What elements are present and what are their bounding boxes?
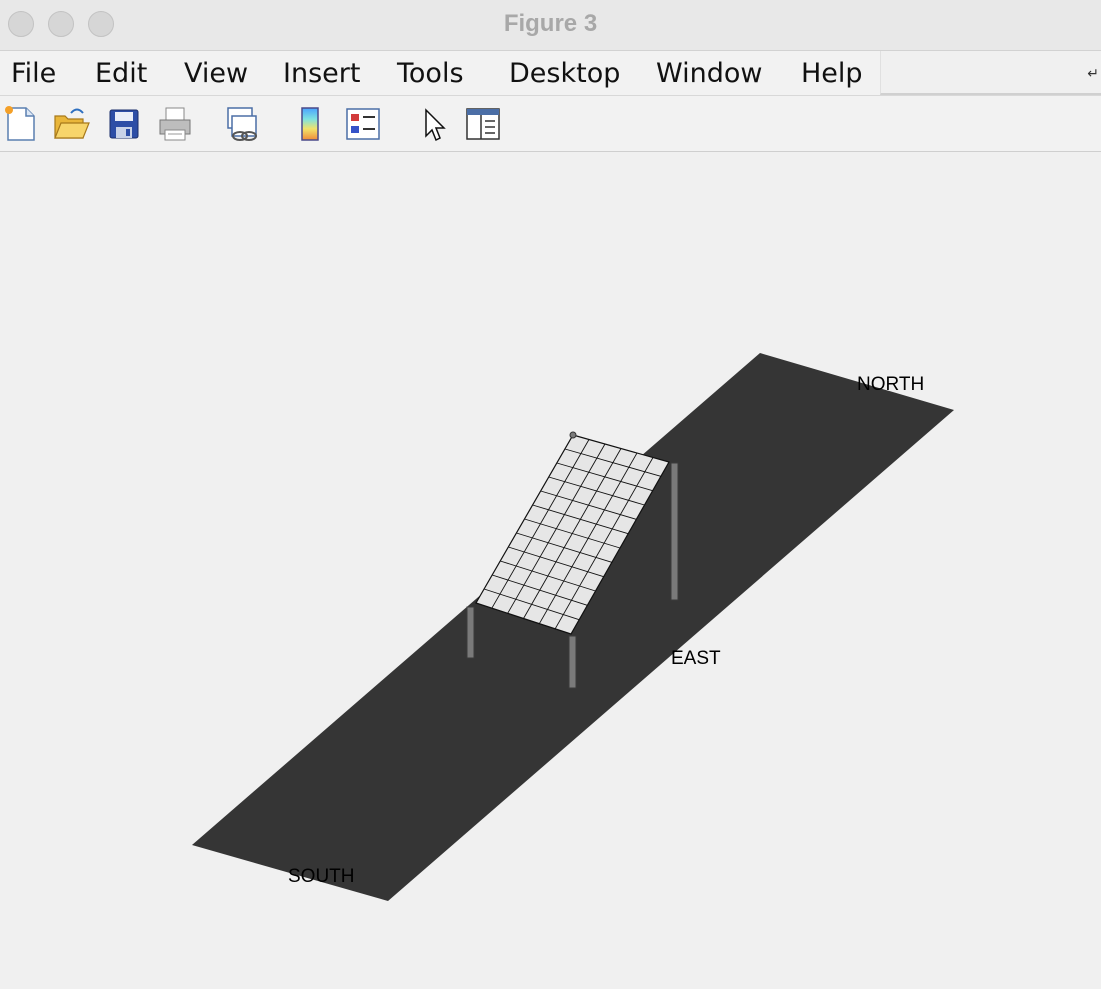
- menu-view[interactable]: View: [184, 58, 248, 89]
- open-file-icon[interactable]: [51, 104, 91, 144]
- label-north: NORTH: [857, 374, 924, 395]
- menu-help[interactable]: Help: [801, 58, 863, 89]
- 3d-scene[interactable]: NORTH EAST SOUTH: [0, 152, 1101, 984]
- link-plot-icon[interactable]: [222, 104, 262, 144]
- menu-edit[interactable]: Edit: [95, 58, 147, 89]
- figure-toolbar: [0, 96, 1101, 152]
- menu-file[interactable]: File: [11, 58, 56, 89]
- legend-icon[interactable]: [343, 104, 383, 144]
- post-back-right: [670, 462, 679, 601]
- property-inspector-icon[interactable]: [463, 104, 503, 144]
- post-cap: [569, 431, 577, 439]
- save-icon[interactable]: [104, 104, 144, 144]
- menu-desktop[interactable]: Desktop: [509, 58, 620, 89]
- label-east: EAST: [671, 648, 721, 669]
- post-front-right: [568, 635, 577, 689]
- new-figure-icon[interactable]: [2, 104, 42, 144]
- menu-tools[interactable]: Tools: [397, 58, 464, 89]
- window-title: Figure 3: [503, 10, 598, 37]
- figure-canvas[interactable]: NORTH EAST SOUTH: [0, 152, 1101, 984]
- colorbar-icon[interactable]: [292, 104, 332, 144]
- menu-bar: File Edit View Insert Tools Desktop Wind…: [0, 51, 1101, 96]
- menu-insert[interactable]: Insert: [283, 58, 360, 89]
- menu-bar-filler: ↵: [880, 51, 1101, 95]
- title-bar: Figure 3: [0, 0, 1101, 51]
- label-south: SOUTH: [288, 866, 355, 887]
- pointer-icon[interactable]: [414, 104, 454, 144]
- post-front-left: [466, 606, 475, 659]
- undock-icon[interactable]: ↵: [1087, 65, 1099, 82]
- print-icon[interactable]: [155, 104, 195, 144]
- menu-window[interactable]: Window: [656, 58, 762, 89]
